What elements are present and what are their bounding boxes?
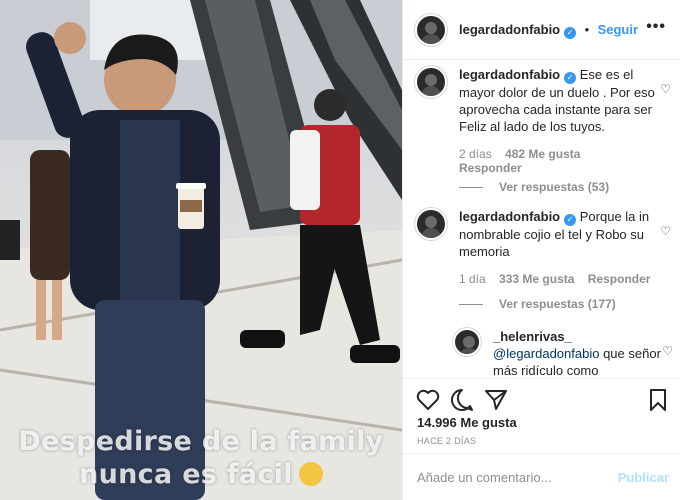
more-options-icon[interactable]: ••• — [646, 18, 666, 36]
commenter-username[interactable]: legardadonfabio — [459, 209, 560, 224]
save-bookmark-icon[interactable] — [645, 387, 671, 413]
comment-likes[interactable]: 333 Me gusta — [499, 272, 574, 286]
comment-mention-link[interactable]: @legardadonfabio — [493, 346, 599, 361]
separator-dot: • — [584, 21, 590, 37]
verified-badge-icon: ✓ — [564, 72, 577, 84]
post-media[interactable]: Despedirse de la family nunca es fácil — [0, 0, 402, 500]
comment-item: legardadonfabio ✓ Ese es el mayor dolor d… — [415, 66, 671, 175]
post-header: legardadonfabio ✓ • Seguir ••• — [403, 0, 680, 60]
like-comment-heart-icon[interactable]: ♡ — [660, 82, 671, 96]
comment-body: legardadonfabio ✓ Ese es el mayor dolor d… — [459, 66, 665, 175]
commenter-avatar[interactable] — [415, 208, 447, 240]
commenter-username[interactable]: legardadonfabio — [459, 67, 560, 82]
reply-button[interactable]: Responder — [459, 161, 522, 175]
comment-meta: 2 días 482 Me gusta Responder — [459, 147, 665, 175]
commenter-username[interactable]: _helenrivas_ — [493, 329, 572, 344]
reply-button[interactable]: Responder — [588, 272, 651, 286]
comment-bubble-icon[interactable] — [449, 387, 475, 413]
author-name-row: legardadonfabio ✓ • Seguir — [459, 21, 638, 39]
like-heart-icon[interactable] — [415, 387, 441, 413]
comment-likes[interactable]: 482 Me gusta — [505, 147, 580, 161]
comment-time[interactable]: 1 día — [459, 272, 486, 286]
comment-time[interactable]: 2 días — [459, 147, 492, 161]
reply-item: _helenrivas_ @legardadonfabio que señor … — [453, 328, 673, 378]
share-plane-icon[interactable] — [483, 387, 509, 413]
video-caption-line-1: Despedirse de la family — [18, 426, 384, 457]
add-comment-bar: Añade un comentario... Publicar — [403, 453, 680, 500]
comment-meta: 1 día 333 Me gusta Responder — [459, 272, 665, 286]
comment-body: legardadonfabio ✓ Porque la in nombrable … — [459, 208, 665, 286]
publish-button[interactable]: Publicar — [618, 470, 669, 485]
comments-list[interactable]: legardadonfabio ✓ Ese es el mayor dolor d… — [403, 60, 680, 378]
video-frame — [0, 0, 402, 500]
verified-badge-icon: ✓ — [564, 26, 577, 39]
comment-body: _helenrivas_ @legardadonfabio que señor … — [493, 328, 665, 378]
follow-button[interactable]: Seguir — [598, 22, 638, 37]
commenter-avatar[interactable] — [453, 328, 481, 356]
post-details-panel: legardadonfabio ✓ • Seguir ••• legardadon… — [402, 0, 680, 500]
author-avatar[interactable] — [415, 13, 447, 46]
post-timestamp[interactable]: HACE 2 DÍAS — [417, 436, 476, 446]
view-replies-button[interactable]: Ver respuestas (53) — [459, 180, 609, 194]
sad-face-emoji-icon — [298, 462, 323, 486]
replies-divider — [459, 187, 483, 189]
video-caption-line-2: nunca es fácil — [0, 459, 402, 490]
like-comment-heart-icon[interactable]: ♡ — [660, 224, 671, 238]
comment-input[interactable]: Añade un comentario... — [417, 470, 551, 485]
post-actions: 14.996 Me gusta HACE 2 DÍAS — [403, 378, 680, 453]
commenter-avatar[interactable] — [415, 66, 447, 98]
action-icons-row — [415, 385, 671, 415]
view-replies-button[interactable]: Ver respuestas (177) — [459, 297, 616, 311]
author-username[interactable]: legardadonfabio — [459, 22, 560, 37]
like-comment-heart-icon[interactable]: ♡ — [662, 344, 673, 358]
comment-item: legardadonfabio ✓ Porque la in nombrable … — [415, 208, 671, 286]
verified-badge-icon: ✓ — [564, 214, 577, 226]
post-likes-count[interactable]: 14.996 Me gusta — [417, 415, 517, 430]
replies-divider — [459, 304, 483, 306]
